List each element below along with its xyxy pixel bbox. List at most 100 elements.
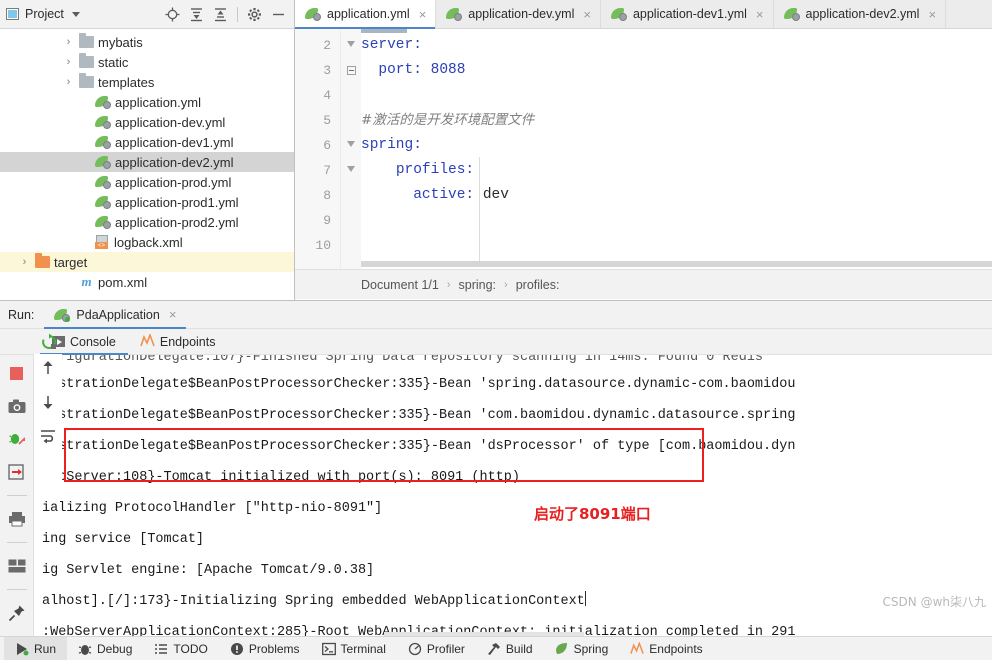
rerun-icon[interactable] — [39, 332, 59, 352]
yaml-file-icon — [95, 195, 111, 209]
tree-item-label: application-dev.yml — [115, 114, 226, 130]
tree-item-templates[interactable]: › templates — [0, 72, 294, 92]
stop-icon[interactable] — [7, 363, 27, 383]
print-icon[interactable] — [7, 509, 27, 529]
breadcrumb-item[interactable]: spring: — [459, 278, 497, 292]
tree-item-label: application-prod1.yml — [115, 194, 239, 210]
status-bar-item-terminal[interactable]: Terminal — [311, 637, 397, 660]
status-bar-item-debug[interactable]: Debug — [67, 637, 143, 660]
tree-item-application-dev2-yml[interactable]: application-dev2.yml — [0, 152, 294, 172]
fold-marker[interactable] — [341, 158, 361, 183]
code-folding-column[interactable] — [341, 29, 361, 269]
tree-item-label: application-prod.yml — [115, 174, 232, 190]
yaml-file-icon — [783, 7, 800, 21]
chevron-right-icon[interactable]: › — [62, 76, 75, 88]
line-number: 9 — [323, 213, 331, 228]
close-icon[interactable]: × — [419, 7, 427, 22]
editor-tab-application-dev-yml[interactable]: application-dev.yml × — [436, 0, 601, 28]
debug-rerun-icon[interactable] — [7, 429, 27, 449]
gear-icon[interactable] — [247, 7, 262, 22]
run-label: Run: — [8, 307, 35, 322]
console-line: jistrationDelegate$BeanPostProcessorChec… — [42, 439, 796, 454]
locate-icon[interactable] — [165, 7, 180, 22]
tree-item-label: templates — [98, 74, 155, 90]
fold-marker[interactable] — [341, 58, 361, 83]
yaml-file-icon — [95, 135, 111, 149]
status-bar-item-todo[interactable]: TODO — [143, 637, 218, 660]
run-subtab-bar: Console Endpoints — [0, 329, 992, 355]
line-number-gutter: 2 3 4 5 6 7 8 9 10 — [295, 29, 341, 269]
scroll-down-icon[interactable] — [38, 392, 58, 412]
fold-marker[interactable] — [341, 133, 361, 158]
breadcrumb-item[interactable]: Document 1/1 — [361, 278, 439, 292]
yaml-file-icon — [95, 175, 111, 189]
code-editor[interactable]: 2 3 4 5 6 7 8 9 10 server: port: 8088 #激活的是开发环境配… — [295, 29, 992, 269]
status-bar-item-label: Terminal — [340, 641, 386, 656]
tab-bar-filler — [946, 0, 992, 28]
tree-item-application-prod-yml[interactable]: application-prod.yml — [0, 172, 294, 192]
indent-guide — [479, 157, 480, 267]
screenshot-icon[interactable] — [7, 396, 27, 416]
status-bar-item-label: Build — [505, 641, 533, 656]
tree-item-label: logback.xml — [114, 234, 183, 250]
layout-icon[interactable] — [7, 556, 27, 576]
pin-icon[interactable] — [7, 603, 27, 623]
tree-item-logback-xml[interactable]: <> logback.xml — [0, 232, 294, 252]
status-bar-item-label: Run — [34, 641, 57, 656]
project-tool-window: Project › mybatis › static › templates a… — [0, 0, 295, 300]
chevron-right-icon[interactable]: › — [62, 36, 75, 48]
status-bar-item-problems[interactable]: Problems — [219, 637, 311, 660]
editor-tab-application-dev2-yml[interactable]: application-dev2.yml × — [774, 0, 947, 28]
xml-file-icon: <> — [95, 235, 110, 249]
tree-item-label: target — [54, 254, 88, 270]
tree-item-application-dev1-yml[interactable]: application-dev1.yml — [0, 132, 294, 152]
expand-all-icon[interactable] — [189, 7, 204, 22]
fold-marker[interactable] — [341, 33, 361, 58]
toolbar-divider — [237, 6, 238, 22]
tree-item-application-yml[interactable]: application.yml — [0, 92, 294, 112]
status-bar-item-build[interactable]: Build — [476, 637, 544, 660]
run-subtab-endpoints[interactable]: Endpoints — [128, 329, 228, 355]
editor-tab-application-yml[interactable]: application.yml × — [295, 0, 437, 29]
editor-tab-bar: application.yml × application-dev.yml × appl… — [295, 0, 992, 29]
yaml-key: server: — [361, 37, 422, 53]
console-output[interactable]: onfigurationDelegate:107}-Finished Sprin… — [34, 355, 992, 636]
close-icon[interactable]: × — [583, 7, 591, 22]
line-number: 7 — [323, 163, 331, 178]
close-icon[interactable]: × — [756, 7, 764, 22]
project-title-button[interactable]: Project — [6, 7, 80, 21]
status-bar-item-endpoints[interactable]: Endpoints — [619, 637, 713, 660]
minimize-icon[interactable] — [271, 7, 286, 22]
editor-horizontal-scrollbar[interactable] — [361, 261, 992, 267]
tree-item-static[interactable]: › static — [0, 52, 294, 72]
scroll-up-icon[interactable] — [38, 358, 58, 378]
close-icon[interactable]: × — [169, 307, 177, 322]
tree-item-target[interactable]: › target — [0, 252, 294, 272]
console-nav-toolbar — [34, 354, 62, 484]
chevron-down-icon[interactable] — [71, 11, 80, 17]
tree-item-application-dev-yml[interactable]: application-dev.yml — [0, 112, 294, 132]
folder-icon — [35, 253, 50, 268]
chevron-right-icon[interactable]: › — [62, 56, 75, 68]
editor-tab-application-dev1-yml[interactable]: application-dev1.yml × — [601, 0, 774, 28]
breadcrumb[interactable]: Document 1/1 › spring: › profiles: — [295, 269, 992, 299]
status-bar-item-run[interactable]: Run — [4, 636, 68, 660]
status-bar-item-profiler[interactable]: Profiler — [397, 637, 476, 660]
console-line: jistrationDelegate$BeanPostProcessorChec… — [42, 408, 796, 423]
tree-item-application-prod1-yml[interactable]: application-prod1.yml — [0, 192, 294, 212]
chevron-right-icon[interactable]: › — [18, 256, 31, 268]
tree-item-mybatis[interactable]: › mybatis — [0, 32, 294, 52]
breadcrumb-item[interactable]: profiles: — [516, 278, 560, 292]
close-icon[interactable]: × — [928, 7, 936, 22]
export-icon[interactable] — [7, 462, 27, 482]
maven-file-icon: m — [81, 274, 92, 289]
project-title-label: Project — [25, 7, 64, 21]
tree-item-pom-xml[interactable]: m pom.xml — [0, 272, 294, 292]
run-configuration-tab[interactable]: PdaApplication × — [44, 301, 187, 329]
code-text[interactable]: server: port: 8088 #激活的是开发环境配置文件 spring: … — [361, 29, 992, 269]
status-bar-item-spring[interactable]: Spring — [544, 637, 620, 660]
soft-wrap-icon[interactable] — [38, 426, 58, 446]
tree-item-application-prod2-yml[interactable]: application-prod2.yml — [0, 212, 294, 232]
project-file-tree[interactable]: › mybatis › static › templates application.yml… — [0, 29, 294, 300]
collapse-all-icon[interactable] — [213, 7, 228, 22]
